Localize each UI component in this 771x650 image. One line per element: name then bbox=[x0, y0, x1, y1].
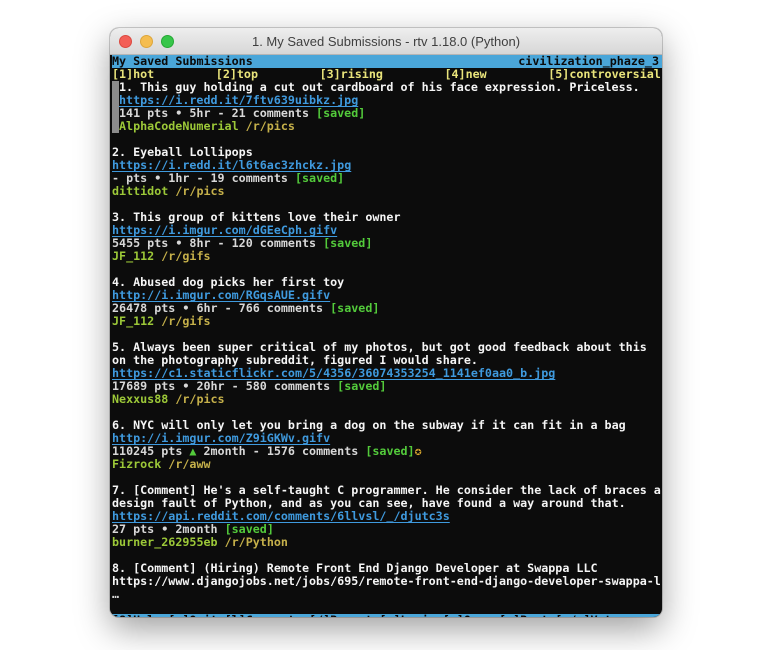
submission-author[interactable]: dittidot bbox=[112, 185, 168, 198]
status-bar: [?]Help [q]Quit [l]Comments [/]Prompt [u… bbox=[112, 614, 660, 617]
submission-byline: Nexxus88 /r/pics bbox=[112, 393, 661, 406]
submission-author[interactable]: burner_262955eb bbox=[112, 536, 218, 549]
terminal: My Saved Submissions civilization_phaze_… bbox=[110, 55, 662, 617]
submission-author[interactable]: Nexxus88 bbox=[112, 393, 168, 406]
submission-author[interactable]: JF_112 bbox=[112, 250, 154, 263]
saved-badge: [saved] bbox=[225, 522, 274, 536]
submission-byline: Fizrock /r/aww bbox=[112, 458, 661, 471]
submission[interactable]: 1. This guy holding a cut out cardboard … bbox=[112, 81, 661, 133]
submission-title: 7. [Comment] He's a self-taught C progra… bbox=[112, 484, 661, 510]
submission[interactable]: 4. Abused dog picks her first toy http:/… bbox=[112, 276, 661, 328]
submission-title: 5. Always been super critical of my phot… bbox=[112, 341, 661, 367]
submission-byline: AlphaCodeNumerial /r/pics bbox=[119, 120, 661, 133]
submission-author[interactable]: JF_112 bbox=[112, 315, 154, 328]
submission-body: https://www.djangojobs.net/jobs/695/remo… bbox=[112, 575, 661, 588]
saved-badge: [saved] bbox=[323, 236, 372, 250]
submission-byline: burner_262955eb /r/Python bbox=[112, 536, 661, 549]
submission[interactable]: 6. NYC will only let you bring a dog on … bbox=[112, 419, 661, 471]
submission-byline: dittidot /r/pics bbox=[112, 185, 661, 198]
saved-badge: [saved] bbox=[337, 379, 386, 393]
minimize-button[interactable] bbox=[140, 35, 153, 48]
zoom-button[interactable] bbox=[161, 35, 174, 48]
submission-subreddit[interactable]: /r/pics bbox=[246, 120, 295, 133]
saved-wrap: [saved] bbox=[323, 237, 372, 250]
app-window: 1. My Saved Submissions - rtv 1.18.0 (Py… bbox=[110, 28, 662, 617]
saved-badge: [saved] bbox=[316, 106, 365, 120]
submission-subreddit[interactable]: /r/pics bbox=[175, 393, 224, 406]
submission-author[interactable]: Fizrock bbox=[112, 458, 161, 471]
saved-wrap: [saved] bbox=[330, 302, 379, 315]
window-title: 1. My Saved Submissions - rtv 1.18.0 (Py… bbox=[110, 34, 662, 49]
saved-wrap: [saved] bbox=[316, 107, 365, 120]
titlebar: 1. My Saved Submissions - rtv 1.18.0 (Py… bbox=[110, 28, 662, 55]
submission[interactable]: 5. Always been super critical of my phot… bbox=[112, 341, 661, 406]
submission[interactable]: 7. [Comment] He's a self-taught C progra… bbox=[112, 484, 661, 549]
submission-author[interactable]: AlphaCodeNumerial bbox=[119, 120, 239, 133]
submission-byline: JF_112 /r/gifs bbox=[112, 315, 661, 328]
keybind-hints: [?]Help [q]Quit [l]Comments [/]Prompt [u… bbox=[112, 614, 619, 617]
saved-wrap: [saved] bbox=[295, 172, 344, 185]
submission[interactable]: 2. Eyeball Lollipops https://i.redd.it/l… bbox=[112, 146, 661, 198]
close-button[interactable] bbox=[119, 35, 132, 48]
traffic-lights bbox=[119, 28, 174, 54]
gold-icon: ✪ bbox=[415, 444, 422, 458]
submission-subreddit[interactable]: /r/gifs bbox=[161, 250, 210, 263]
saved-badge: [saved] bbox=[330, 301, 379, 315]
submission-subreddit[interactable]: /r/aww bbox=[168, 458, 210, 471]
submission-list: 1. This guy holding a cut out cardboard … bbox=[112, 81, 661, 601]
submission-byline: JF_112 /r/gifs bbox=[112, 250, 661, 263]
saved-badge: [saved] bbox=[295, 171, 344, 185]
truncation-ellipsis: … bbox=[112, 588, 661, 601]
submission[interactable]: 8. [Comment] (Hiring) Remote Front End D… bbox=[112, 562, 661, 601]
submission[interactable]: 3. This group of kittens love their owne… bbox=[112, 211, 661, 263]
selection-cursor bbox=[112, 81, 119, 133]
submission-subreddit[interactable]: /r/pics bbox=[175, 185, 224, 198]
saved-badge: [saved] bbox=[365, 444, 414, 458]
comment-count: 2month - 1576 comments bbox=[203, 445, 358, 458]
submission-subreddit[interactable]: /r/gifs bbox=[161, 315, 210, 328]
saved-wrap: [saved] bbox=[337, 380, 386, 393]
saved-wrap: [saved]✪ bbox=[365, 445, 421, 458]
submission-subreddit[interactable]: /r/Python bbox=[225, 536, 288, 549]
